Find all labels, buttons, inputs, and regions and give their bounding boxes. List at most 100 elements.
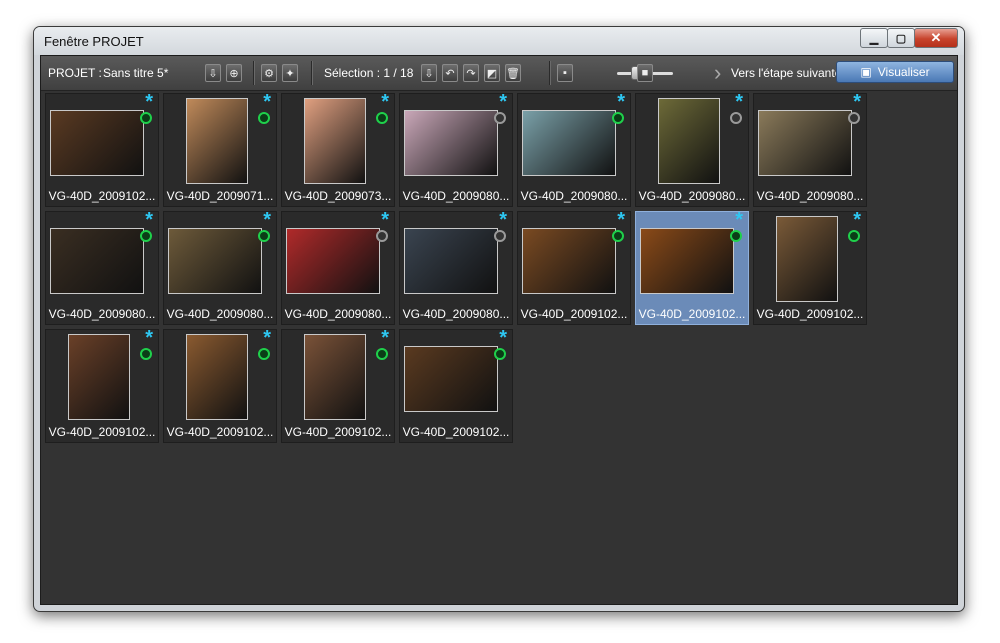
thumbnail-caption: VG-40D_2009073...	[284, 189, 392, 203]
next-step-link[interactable]: Vers l'étape suivante	[731, 66, 841, 80]
rotate-left-icon[interactable]: ↶	[442, 64, 458, 82]
project-label: PROJET :	[48, 66, 102, 80]
star-icon[interactable]: *	[145, 210, 153, 230]
thumbnail-tile[interactable]: * VG-40D_2009080...	[399, 92, 513, 207]
status-dot-icon	[258, 230, 270, 242]
star-icon[interactable]: *	[853, 210, 861, 230]
status-dot-icon	[494, 230, 506, 242]
small-thumbnail-icon[interactable]: ▪	[557, 64, 573, 82]
thumbnail-tile[interactable]: * VG-40D_2009080...	[635, 92, 749, 207]
toolbar: PROJET : Sans titre 5* ⇩ ⊕ ⚙ ✦ Sélection…	[41, 56, 957, 91]
thumbnail-tile[interactable]: * VG-40D_2009102...	[281, 328, 395, 443]
flag-icon[interactable]: ◩	[484, 64, 500, 82]
star-icon[interactable]: *	[853, 92, 861, 112]
thumbnail-image[interactable]	[522, 110, 616, 176]
thumbnail-caption: VG-40D_2009102...	[48, 425, 156, 439]
settings-icon[interactable]: ⚙	[261, 64, 277, 82]
thumbnail-tile[interactable]: * VG-40D_2009080...	[45, 210, 159, 325]
trash-icon[interactable]: 🗑	[505, 64, 521, 82]
star-icon[interactable]: *	[735, 210, 743, 230]
thumbnail-image[interactable]	[404, 110, 498, 176]
star-icon[interactable]: *	[499, 92, 507, 112]
thumbnail-tile[interactable]: * VG-40D_2009102...	[163, 328, 277, 443]
thumbnail-image[interactable]	[522, 228, 616, 294]
status-dot-icon	[612, 230, 624, 242]
star-icon[interactable]: *	[499, 328, 507, 348]
thumbnail-tile[interactable]: * VG-40D_2009102...	[45, 328, 159, 443]
thumbnail-tile[interactable]: * VG-40D_2009102...	[399, 328, 513, 443]
thumbnail-image[interactable]	[68, 334, 130, 420]
status-dot-icon	[848, 230, 860, 242]
thumbnail-caption: VG-40D_2009080...	[520, 189, 628, 203]
thumbnail-image[interactable]	[404, 228, 498, 294]
project-name: Sans titre 5*	[103, 66, 169, 80]
thumbnail-caption: VG-40D_2009102...	[402, 425, 510, 439]
thumbnail-image[interactable]	[304, 98, 366, 184]
thumbnail-tile[interactable]: * VG-40D_2009102...	[45, 92, 159, 207]
thumbnail-tile[interactable]: * VG-40D_2009102...	[753, 210, 867, 325]
thumbnail-image[interactable]	[186, 98, 248, 184]
thumbnail-tile[interactable]: * VG-40D_2009071...	[163, 92, 277, 207]
star-icon[interactable]: *	[263, 92, 271, 112]
visualiser-button[interactable]: ▣ Visualiser	[836, 61, 954, 83]
thumbnail-image[interactable]	[186, 334, 248, 420]
thumbnail-caption: VG-40D_2009080...	[48, 307, 156, 321]
thumbnail-caption: VG-40D_2009080...	[638, 189, 746, 203]
thumbnail-image[interactable]	[404, 346, 498, 412]
status-dot-icon	[494, 112, 506, 124]
star-icon[interactable]: *	[145, 328, 153, 348]
title-bar: Fenêtre PROJET ▁ ▢ ✕	[34, 27, 964, 55]
star-icon[interactable]: *	[381, 328, 389, 348]
toolbar-divider	[253, 61, 255, 85]
status-dot-icon	[376, 230, 388, 242]
thumbnail-caption: VG-40D_2009102...	[756, 307, 864, 321]
thumbnail-image[interactable]	[168, 228, 262, 294]
thumbnail-tile[interactable]: * VG-40D_2009102...	[517, 210, 631, 325]
star-icon[interactable]: *	[617, 92, 625, 112]
large-thumbnail-icon[interactable]: ■	[637, 64, 653, 82]
close-button[interactable]: ✕	[914, 28, 958, 48]
maximize-button[interactable]: ▢	[887, 28, 915, 48]
thumbnail-tile[interactable]: * VG-40D_2009080...	[281, 210, 395, 325]
star-icon[interactable]: *	[145, 92, 153, 112]
thumbnail-tile[interactable]: * VG-40D_2009080...	[163, 210, 277, 325]
status-dot-icon	[848, 112, 860, 124]
star-icon[interactable]: *	[263, 328, 271, 348]
project-panel: PROJET : Sans titre 5* ⇩ ⊕ ⚙ ✦ Sélection…	[40, 55, 958, 605]
add-photos-icon[interactable]: ⊕	[226, 64, 242, 82]
star-icon[interactable]: *	[381, 210, 389, 230]
thumbnail-image[interactable]	[658, 98, 720, 184]
thumbnail-tile[interactable]: * VG-40D_2009080...	[753, 92, 867, 207]
import-icon[interactable]: ⇩	[421, 64, 437, 82]
tools-icon[interactable]: ✦	[282, 64, 298, 82]
status-dot-icon	[140, 230, 152, 242]
thumbnail-caption: VG-40D_2009102...	[638, 307, 746, 321]
thumbnail-image[interactable]	[640, 228, 734, 294]
thumbnail-image[interactable]	[776, 216, 838, 302]
minimize-button[interactable]: ▁	[860, 28, 888, 48]
thumbnail-tile[interactable]: * VG-40D_2009080...	[517, 92, 631, 207]
status-dot-icon	[730, 230, 742, 242]
toolbar-divider	[549, 61, 551, 85]
status-dot-icon	[376, 112, 388, 124]
chevron-right-icon[interactable]: ›	[714, 60, 721, 86]
thumbnail-caption: VG-40D_2009102...	[284, 425, 392, 439]
window-title: Fenêtre PROJET	[44, 34, 144, 49]
window-controls: ▁ ▢ ✕	[860, 28, 958, 48]
star-icon[interactable]: *	[381, 92, 389, 112]
import-photos-icon[interactable]: ⇩	[205, 64, 221, 82]
rotate-right-icon[interactable]: ↷	[463, 64, 479, 82]
thumbnail-tile[interactable]: * VG-40D_2009080...	[399, 210, 513, 325]
thumbnail-image[interactable]	[304, 334, 366, 420]
star-icon[interactable]: *	[735, 92, 743, 112]
star-icon[interactable]: *	[263, 210, 271, 230]
thumbnail-image[interactable]	[758, 110, 852, 176]
thumbnail-image[interactable]	[50, 110, 144, 176]
star-icon[interactable]: *	[617, 210, 625, 230]
thumbnail-tile[interactable]: * VG-40D_2009102...	[635, 210, 749, 325]
thumbnail-tile[interactable]: * VG-40D_2009073...	[281, 92, 395, 207]
thumbnail-image[interactable]	[286, 228, 380, 294]
star-icon[interactable]: *	[499, 210, 507, 230]
thumbnail-image[interactable]	[50, 228, 144, 294]
status-dot-icon	[730, 112, 742, 124]
